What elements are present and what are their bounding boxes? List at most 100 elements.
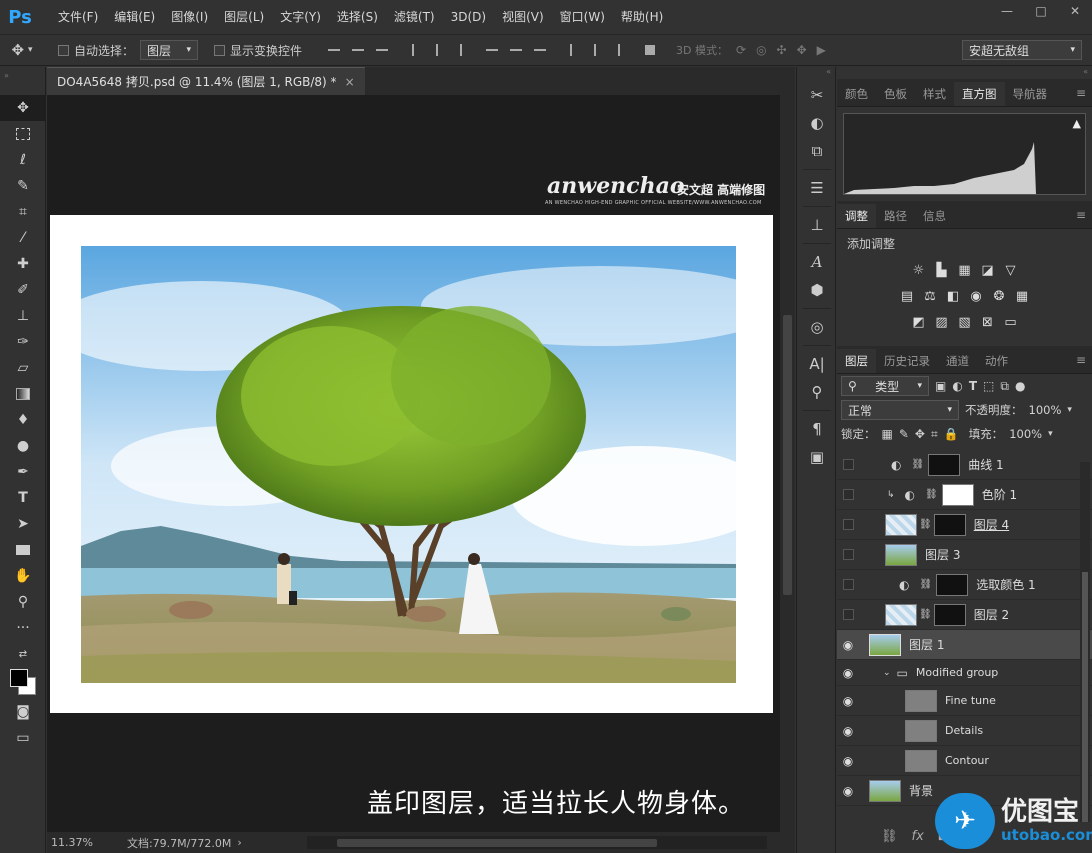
- history-brush-tool-icon[interactable]: ✑: [0, 329, 46, 355]
- chevron-down-icon[interactable]: ⌄: [883, 668, 891, 678]
- tools-preset-icon[interactable]: ✂: [797, 81, 837, 109]
- eraser-tool-icon[interactable]: ▱: [0, 355, 46, 381]
- blur-tool-icon[interactable]: ♦: [0, 407, 46, 433]
- layer-thumbnail[interactable]: [885, 603, 917, 626]
- threshold-icon[interactable]: ▧: [955, 312, 975, 332]
- 3d-rotate-icon[interactable]: ⟳: [736, 43, 746, 57]
- menu-help[interactable]: 帮助(H): [613, 0, 671, 34]
- 3d-pan-icon[interactable]: ✣: [777, 43, 787, 57]
- align-hcenter-icon[interactable]: [428, 41, 446, 59]
- filter-smart-object-icon[interactable]: ⧉: [1000, 379, 1009, 394]
- 3d-roll-icon[interactable]: ◎: [756, 43, 766, 57]
- layer-name[interactable]: 选取颜色 1: [976, 576, 1035, 593]
- menu-select[interactable]: 选择(S): [329, 0, 386, 34]
- character-icon[interactable]: A|: [797, 350, 837, 378]
- layer-row[interactable]: ⛓ 图层 4: [837, 510, 1092, 540]
- 3d-slide-icon[interactable]: ✥: [797, 43, 807, 57]
- levels-icon[interactable]: ▙: [932, 260, 952, 280]
- exposure-icon[interactable]: ◪: [978, 260, 998, 280]
- eye-icon[interactable]: ◉: [837, 630, 859, 660]
- document-canvas[interactable]: anwenchao 安文超 高端修图 AN WENCHAO HIGH-END G…: [47, 95, 780, 832]
- chevron-down-icon[interactable]: ▾: [1067, 405, 1072, 415]
- 3d-scale-icon[interactable]: ▶: [817, 43, 826, 57]
- path-select-tool-icon[interactable]: ➤: [0, 511, 46, 537]
- menu-filter[interactable]: 滤镜(T): [386, 0, 443, 34]
- layer-row[interactable]: ◐ ⛓ 选取颜色 1: [837, 570, 1092, 600]
- hue-saturation-icon[interactable]: ▤: [897, 286, 917, 306]
- lock-all-icon[interactable]: 🔒: [944, 427, 959, 441]
- visibility-toggle[interactable]: [837, 480, 859, 510]
- collapse-icon[interactable]: «: [797, 67, 835, 81]
- layer-thumbnail[interactable]: [905, 689, 937, 712]
- fill-value[interactable]: 100%: [1009, 427, 1042, 441]
- visibility-toggle[interactable]: [837, 540, 859, 570]
- warning-icon[interactable]: ▲: [1073, 117, 1081, 130]
- visibility-toggle[interactable]: [837, 510, 859, 540]
- tab-layers[interactable]: 图层: [837, 349, 876, 373]
- layer-row[interactable]: ◐ ⛓ 曲线 1: [837, 450, 1092, 480]
- fx-icon[interactable]: fx: [912, 829, 924, 844]
- filter-shape-icon[interactable]: ⬚: [983, 379, 994, 393]
- layer-name[interactable]: Fine tune: [945, 694, 996, 707]
- align-left-icon[interactable]: [404, 41, 422, 59]
- healing-brush-tool-icon[interactable]: ✚: [0, 251, 46, 277]
- lock-transparent-icon[interactable]: ▦: [882, 427, 893, 441]
- layer-name[interactable]: Details: [945, 724, 983, 737]
- layer-mask-thumbnail[interactable]: [928, 453, 961, 476]
- 3d-icon[interactable]: ⬢: [797, 276, 837, 304]
- tab-info[interactable]: 信息: [915, 204, 954, 228]
- status-arrow-icon[interactable]: ›: [237, 836, 241, 849]
- align-right-icon[interactable]: [452, 41, 470, 59]
- menu-layer[interactable]: 图层(L): [216, 0, 272, 34]
- tab-swatches[interactable]: 色板: [876, 82, 915, 106]
- checkbox-icon[interactable]: [58, 44, 69, 56]
- screen-mode-icon[interactable]: ▭: [0, 725, 46, 751]
- menu-file[interactable]: 文件(F): [50, 0, 106, 34]
- group-name[interactable]: Modified group: [916, 666, 998, 679]
- panel-menu-icon[interactable]: ≡: [1076, 353, 1086, 367]
- layer-name[interactable]: Contour: [945, 754, 989, 767]
- layer-row[interactable]: ◉ Fine tune: [837, 686, 1092, 716]
- checkbox-icon[interactable]: [214, 44, 226, 56]
- layer-name[interactable]: 色阶 1: [982, 486, 1017, 503]
- visibility-toggle[interactable]: [837, 450, 859, 480]
- layer-name[interactable]: 图层 2: [974, 606, 1009, 623]
- dodge-tool-icon[interactable]: ●: [0, 433, 46, 459]
- menu-type[interactable]: 文字(Y): [272, 0, 329, 34]
- canvas-vertical-scrollbar[interactable]: [780, 95, 795, 832]
- eye-icon[interactable]: ◉: [837, 716, 859, 746]
- opacity-value[interactable]: 100%: [1029, 403, 1062, 417]
- tab-adjustments[interactable]: 调整: [837, 204, 876, 228]
- lock-artboard-icon[interactable]: ⌗: [931, 427, 938, 442]
- maximize-button[interactable]: □: [1024, 0, 1058, 22]
- zoom-tool-icon[interactable]: ⚲: [0, 589, 46, 615]
- layer-row[interactable]: ◉ Contour: [837, 746, 1092, 776]
- gradient-map-icon[interactable]: ▭: [1001, 312, 1021, 332]
- clone-stamp-tool-icon[interactable]: ⊥: [0, 303, 46, 329]
- layer-row[interactable]: ⛓ 图层 2: [837, 600, 1092, 630]
- scroll-thumb[interactable]: [783, 315, 792, 595]
- swap-colors-icon[interactable]: ⇄: [0, 641, 46, 667]
- layer-filter-dropdown[interactable]: ⚲ 类型 ▾: [841, 376, 929, 396]
- eye-icon[interactable]: ◉: [837, 746, 859, 776]
- layer-row[interactable]: 图层 3: [837, 540, 1092, 570]
- filter-pixel-icon[interactable]: ▣: [935, 379, 946, 393]
- layer-row[interactable]: ◉ Details: [837, 716, 1092, 746]
- document-tab[interactable]: DO4A5648 拷贝.psd @ 11.4% (图层 1, RGB/8) * …: [47, 67, 365, 95]
- menu-window[interactable]: 窗口(W): [552, 0, 613, 34]
- layer-mask-thumbnail[interactable]: [933, 603, 966, 626]
- tab-paths[interactable]: 路径: [876, 204, 915, 228]
- layer-mask-thumbnail[interactable]: [941, 483, 974, 506]
- menu-edit[interactable]: 编辑(E): [106, 0, 163, 34]
- brush-settings-icon[interactable]: ⊥: [797, 211, 837, 239]
- lasso-tool-icon[interactable]: ℓ: [0, 147, 46, 173]
- auto-select-checkbox[interactable]: 自动选择：: [58, 42, 134, 59]
- brightness-icon[interactable]: ☼: [909, 260, 929, 280]
- layer-thumbnail[interactable]: [905, 749, 937, 772]
- lock-position-icon[interactable]: ✥: [915, 427, 925, 441]
- visibility-toggle[interactable]: [837, 600, 859, 630]
- eye-icon[interactable]: ◉: [837, 686, 859, 716]
- eyedropper-tool-icon[interactable]: ⁄: [0, 225, 46, 251]
- layer-thumbnail[interactable]: [869, 779, 901, 802]
- color-balance-icon[interactable]: ⚖: [920, 286, 940, 306]
